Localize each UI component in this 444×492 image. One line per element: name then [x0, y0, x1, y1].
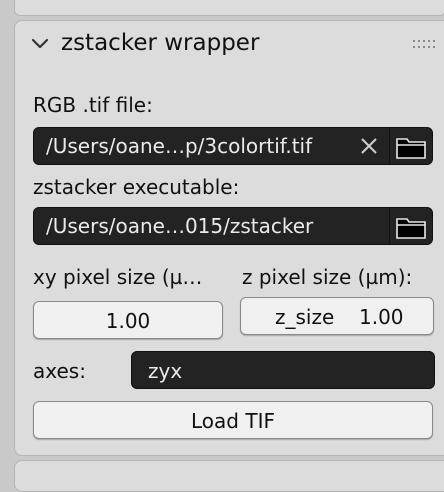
load-tif-button[interactable]: Load TIF — [33, 401, 433, 439]
executable-path-value[interactable]: /Users/oane…015/zstacker — [46, 214, 313, 238]
z-pixel-size-input[interactable]: z_size 1.00 — [240, 297, 434, 335]
panel-title: zstacker wrapper — [61, 30, 260, 56]
z-pixel-size-value: 1.00 — [359, 305, 404, 329]
rgb-tif-path-field[interactable]: /Users/oane…p/3colortif.tif — [33, 127, 433, 165]
rgb-tif-label: RGB .tif file: — [33, 93, 153, 117]
z-pixel-size-label: z pixel size (µm): — [242, 265, 413, 289]
xy-pixel-size-label: xy pixel size (µ… — [33, 265, 203, 289]
folder-icon — [396, 138, 426, 159]
axes-label: axes: — [33, 359, 86, 383]
z-size-field-name: z_size — [275, 305, 335, 329]
xy-pixel-size-input[interactable]: 1.00 — [33, 301, 223, 339]
axes-value: zyx — [148, 359, 183, 383]
next-panel-edge — [14, 460, 444, 492]
axes-input[interactable]: zyx — [131, 351, 435, 389]
rgb-tif-path-value[interactable]: /Users/oane…p/3colortif.tif — [46, 134, 312, 158]
xy-pixel-size-value: 1.00 — [105, 309, 151, 333]
executable-path-field[interactable]: /Users/oane…015/zstacker — [33, 207, 433, 245]
executable-label: zstacker executable: — [33, 175, 240, 199]
chevron-down-icon[interactable] — [31, 37, 49, 51]
previous-panel-edge — [14, 0, 444, 16]
executable-browse-button[interactable] — [389, 208, 432, 244]
folder-icon — [396, 218, 426, 239]
rgb-tif-browse-button[interactable] — [389, 128, 432, 164]
close-icon[interactable] — [359, 136, 379, 156]
zstacker-wrapper-panel: zstacker wrapper RGB .tif file: /Users/o… — [14, 20, 444, 456]
panel-header[interactable]: zstacker wrapper — [15, 21, 444, 69]
load-tif-button-label: Load TIF — [191, 409, 275, 433]
grip-dots-icon[interactable] — [413, 40, 437, 50]
